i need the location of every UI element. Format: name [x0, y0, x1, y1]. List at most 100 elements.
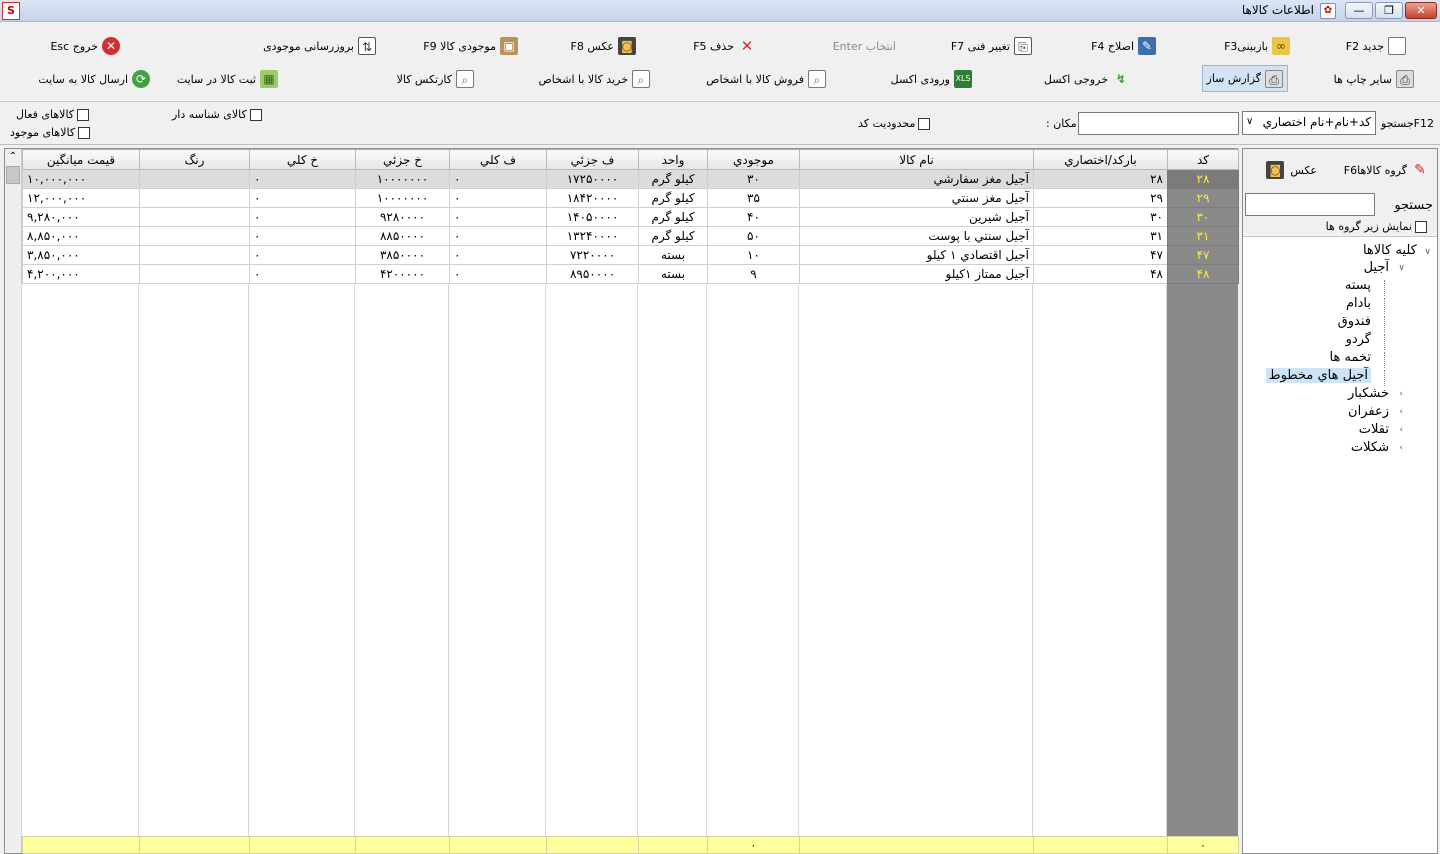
- scroll-thumb[interactable]: [6, 166, 20, 184]
- header-col-buy-total[interactable]: خ کلي: [249, 149, 356, 170]
- cell-unit[interactable]: بسته: [638, 245, 708, 265]
- tree-item[interactable]: تخمه ها: [1243, 350, 1437, 368]
- cell-barcode[interactable]: ۲۸: [1033, 169, 1168, 189]
- header-col-code[interactable]: کد: [1167, 149, 1239, 170]
- stock-button[interactable]: ▣ موجودی کالا F9: [419, 33, 522, 59]
- goods-grid[interactable]: ⌃ کد بارکد/اختصاري نام کالا موجودي واحد ف جزئ…: [4, 148, 1239, 854]
- table-row[interactable]: ۲۸ ۲۸ آجیل مغز سفارشي ۳۰ کیلو گرم ۱۷۲۵۰۰۰۰ ۰ ۱۰…: [22, 169, 1239, 189]
- tree-item[interactable]: گردو: [1243, 332, 1437, 350]
- show-subgroups-checkbox[interactable]: نمایش زیر گروه ها: [1326, 220, 1427, 233]
- cell-avg-price[interactable]: ۸,۸۵۰,۰۰۰: [22, 226, 140, 246]
- active-goods-checkbox[interactable]: کالاهای فعال: [16, 108, 90, 121]
- cell-avg-price[interactable]: ۱۲,۰۰۰,۰۰۰: [22, 188, 140, 208]
- cell-color[interactable]: [139, 169, 250, 189]
- cell-color[interactable]: [139, 226, 250, 246]
- tree-item[interactable]: فندوق: [1243, 314, 1437, 332]
- cell-barcode[interactable]: ۴۸: [1033, 264, 1168, 284]
- cell-color[interactable]: [139, 207, 250, 227]
- update-stock-button[interactable]: ⇅ بروزرسانی موجودی: [259, 33, 380, 59]
- cell-sell-total[interactable]: ۰: [449, 226, 547, 246]
- cell-code[interactable]: ۳۱: [1167, 226, 1239, 246]
- cell-barcode[interactable]: ۴۷: [1033, 245, 1168, 265]
- cell-code[interactable]: ۲۹: [1167, 188, 1239, 208]
- header-col-buy-part[interactable]: خ جزئي: [355, 149, 450, 170]
- cell-avg-price[interactable]: ۱۰,۰۰۰,۰۰۰: [22, 169, 140, 189]
- cell-sell-part[interactable]: ۱۳۲۴۰۰۰۰: [546, 226, 639, 246]
- photo-button[interactable]: ◙ عکس F8: [567, 33, 641, 59]
- tree-item[interactable]: › تقلات: [1243, 422, 1437, 440]
- side-search-input[interactable]: [1245, 193, 1375, 216]
- cell-name[interactable]: آجیل مغز سنتي: [799, 188, 1034, 208]
- cell-unit[interactable]: کیلو گرم: [638, 188, 708, 208]
- tree-item[interactable]: › خشکبار: [1243, 386, 1437, 404]
- tree-item[interactable]: › زعفران: [1243, 404, 1437, 422]
- table-row[interactable]: ۴۸ ۴۸ آجیل ممتاز ۱کیلو ۹ بسته ۸۹۵۰۰۰۰ ۰ ۴۲۰۰۰۰۰…: [22, 264, 1239, 284]
- tree-expand-icon[interactable]: ›: [1393, 407, 1403, 417]
- cell-name[interactable]: آجیل اقتصادي ۱ کیلو: [799, 245, 1034, 265]
- cell-stock[interactable]: ۳۵: [707, 188, 800, 208]
- cell-buy-total[interactable]: ۰: [249, 169, 356, 189]
- tree-item[interactable]: پسته: [1243, 278, 1437, 296]
- cell-sell-total[interactable]: ۰: [449, 207, 547, 227]
- cell-name[interactable]: آجیل مغز سفارشي: [799, 169, 1034, 189]
- cell-barcode[interactable]: ۳۱: [1033, 226, 1168, 246]
- report-builder-button[interactable]: ⎙ گزارش ساز: [1201, 65, 1288, 92]
- cell-stock[interactable]: ۹: [707, 264, 800, 284]
- code-limit-checkbox[interactable]: محدودیت کد: [858, 117, 931, 130]
- cell-sell-total[interactable]: ۰: [449, 188, 547, 208]
- tree-collapse-icon[interactable]: ∨: [1395, 263, 1405, 273]
- cell-code[interactable]: ۴۷: [1167, 245, 1239, 265]
- header-col-stock[interactable]: موجودي: [707, 149, 800, 170]
- cell-stock[interactable]: ۳۰: [707, 169, 800, 189]
- cell-sell-part[interactable]: ۱۸۴۲۰۰۰۰: [546, 188, 639, 208]
- cell-sell-total[interactable]: ۰: [449, 169, 547, 189]
- cell-stock[interactable]: ۱۰: [707, 245, 800, 265]
- header-col-barcode[interactable]: بارکد/اختصاري: [1033, 149, 1168, 170]
- cell-barcode[interactable]: ۳۰: [1033, 207, 1168, 227]
- cell-stock[interactable]: ۴۰: [707, 207, 800, 227]
- new-button[interactable]: جدید F2: [1342, 33, 1410, 59]
- change-tech-button[interactable]: ⎘ تغییر فنی F7: [947, 33, 1036, 59]
- cell-sell-part[interactable]: ۸۹۵۰۰۰۰: [546, 264, 639, 284]
- buy-person-button[interactable]: ⌕ خرید کالا با اشخاص: [535, 66, 655, 92]
- tree-expand-icon[interactable]: ›: [1393, 443, 1403, 453]
- cell-avg-price[interactable]: ۹,۲۸۰,۰۰۰: [22, 207, 140, 227]
- cell-sell-part[interactable]: ۱۷۲۵۰۰۰۰: [546, 169, 639, 189]
- cell-buy-part[interactable]: ۸۸۵۰۰۰۰: [355, 226, 450, 246]
- tree-item[interactable]: بادام: [1243, 296, 1437, 314]
- window-minimize-button[interactable]: —: [1345, 2, 1373, 19]
- cell-sell-total[interactable]: ۰: [449, 264, 547, 284]
- cell-unit[interactable]: بسته: [638, 264, 708, 284]
- scroll-up-icon[interactable]: ⌃: [5, 149, 21, 165]
- cell-buy-part[interactable]: ۱۰۰۰۰۰۰۰: [355, 188, 450, 208]
- header-col-color[interactable]: رنگ: [139, 149, 250, 170]
- cell-name[interactable]: آجیل ممتاز ۱کیلو: [799, 264, 1034, 284]
- cardex-button[interactable]: ⌕ کارتکس کالا: [393, 66, 478, 92]
- sell-person-button[interactable]: ⌕ فروش کالا با اشخاص: [702, 66, 830, 92]
- tree-collapse-icon[interactable]: ∨: [1421, 247, 1431, 257]
- search-mode-select[interactable]: کد+نام+نام اختصاري ∨: [1242, 111, 1376, 135]
- excel-import-button[interactable]: XLS ورودی اکسل: [887, 66, 976, 92]
- tree-expand-icon[interactable]: ›: [1393, 425, 1403, 435]
- cell-buy-total[interactable]: ۰: [249, 226, 356, 246]
- table-row[interactable]: ۳۰ ۳۰ آجیل شیرین ۴۰ کیلو گرم ۱۴۰۵۰۰۰۰ ۰ ۹۲۸۰۰۰۰…: [22, 207, 1239, 227]
- vertical-scrollbar[interactable]: ⌃: [5, 149, 22, 853]
- cell-code[interactable]: ۲۸: [1167, 169, 1239, 189]
- table-row[interactable]: ۴۷ ۴۷ آجیل اقتصادي ۱ کیلو ۱۰ بسته ۷۲۲۰۰۰۰ ۰ ۳۸۵…: [22, 245, 1239, 265]
- tree-item[interactable]: ∨ آجیل: [1243, 260, 1437, 278]
- exit-button[interactable]: ✕ خروج Esc: [46, 33, 124, 59]
- cell-color[interactable]: [139, 264, 250, 284]
- register-site-button[interactable]: ▦ ثبت کالا در سایت: [173, 66, 282, 92]
- cell-unit[interactable]: کیلو گرم: [638, 207, 708, 227]
- cell-avg-price[interactable]: ۴,۲۰۰,۰۰۰: [22, 264, 140, 284]
- edit-button[interactable]: ✎ اصلاح F4: [1087, 33, 1160, 59]
- cell-unit[interactable]: کیلو گرم: [638, 226, 708, 246]
- cell-buy-total[interactable]: ۰: [249, 264, 356, 284]
- table-row[interactable]: ۲۹ ۲۹ آجیل مغز سنتي ۳۵ کیلو گرم ۱۸۴۲۰۰۰۰ ۰ ۱۰۰۰…: [22, 188, 1239, 208]
- tree-expand-icon[interactable]: ›: [1393, 389, 1403, 399]
- serial-goods-checkbox[interactable]: کالای شناسه دار: [172, 108, 262, 121]
- window-close-button[interactable]: ✕: [1405, 2, 1437, 19]
- cell-sell-part[interactable]: ۷۲۲۰۰۰۰: [546, 245, 639, 265]
- header-col-avg-price[interactable]: قيمت ميانگين: [22, 149, 140, 170]
- window-restore-button[interactable]: ❐: [1375, 2, 1403, 19]
